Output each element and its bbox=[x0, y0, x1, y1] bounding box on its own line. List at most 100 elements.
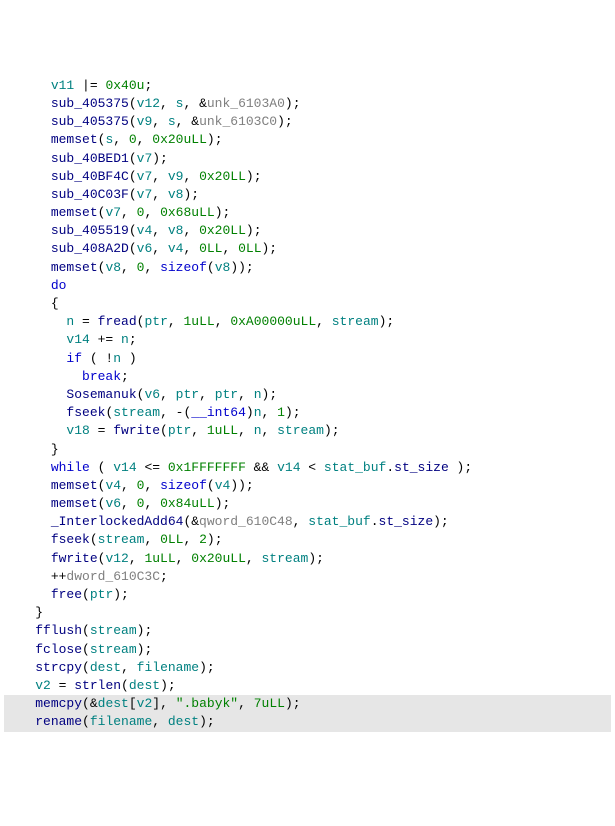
code-line: sub_405375(v12, s, &unk_6103A0); bbox=[4, 95, 611, 113]
token-param: v12 bbox=[137, 96, 160, 111]
token-punct: ( bbox=[129, 241, 137, 256]
token-func: _InterlockedAdd64 bbox=[51, 514, 184, 529]
token-punct: ( bbox=[90, 460, 113, 475]
token-punct: |= bbox=[74, 78, 105, 93]
token-num: 0x40u bbox=[105, 78, 144, 93]
token-punct: , bbox=[121, 260, 137, 275]
code-line: memset(s, 0, 0x20uLL); bbox=[4, 131, 611, 149]
token-func: fclose bbox=[35, 642, 82, 657]
token-func: memset bbox=[51, 132, 98, 147]
token-type: __int64 bbox=[191, 405, 246, 420]
token-kw: sizeof bbox=[160, 478, 207, 493]
code-line: sub_405519(v4, v8, 0x20LL); bbox=[4, 222, 611, 240]
token-param: v4 bbox=[137, 223, 153, 238]
token-param: s bbox=[168, 114, 176, 129]
token-punct: , bbox=[238, 423, 254, 438]
token-param: v14 bbox=[113, 460, 136, 475]
token-punct: ); bbox=[113, 587, 129, 602]
token-param: v14 bbox=[66, 332, 89, 347]
token-punct: (& bbox=[183, 514, 199, 529]
token-punct: , bbox=[222, 241, 238, 256]
token-punct: ); bbox=[183, 187, 199, 202]
token-punct: , bbox=[121, 478, 137, 493]
token-punct: ); bbox=[160, 678, 176, 693]
token-punct: } bbox=[35, 605, 43, 620]
token-func: sub_405375 bbox=[51, 114, 129, 129]
token-punct: ( bbox=[129, 187, 137, 202]
token-param: v2 bbox=[35, 678, 51, 693]
token-num: 0LL bbox=[238, 241, 261, 256]
token-param: dest bbox=[90, 660, 121, 675]
token-punct: ); bbox=[449, 460, 472, 475]
token-punct: ( bbox=[82, 623, 90, 638]
token-punct: ( bbox=[90, 532, 98, 547]
token-punct: ; bbox=[129, 332, 137, 347]
token-punct: ); bbox=[137, 642, 153, 657]
token-punct: ++ bbox=[51, 569, 67, 584]
token-param: v6 bbox=[105, 496, 121, 511]
token-param: stat_buf bbox=[308, 514, 370, 529]
token-kw: sizeof bbox=[160, 260, 207, 275]
token-punct: ; bbox=[121, 369, 129, 384]
token-punct: ( ! bbox=[82, 351, 113, 366]
token-num: 0x20LL bbox=[199, 223, 246, 238]
token-punct: , bbox=[168, 314, 184, 329]
code-line: do bbox=[4, 277, 611, 295]
token-param: v7 bbox=[105, 205, 121, 220]
token-punct: ); bbox=[433, 514, 449, 529]
code-line: fflush(stream); bbox=[4, 622, 611, 640]
token-func: strcpy bbox=[35, 660, 82, 675]
token-punct: ); bbox=[215, 496, 231, 511]
token-punct: += bbox=[90, 332, 121, 347]
code-line: fseek(stream, 0LL, 2); bbox=[4, 531, 611, 549]
code-line: strcpy(dest, filename); bbox=[4, 659, 611, 677]
token-kw: break bbox=[82, 369, 121, 384]
token-func: Sosemanuk bbox=[66, 387, 136, 402]
token-punct: ); bbox=[215, 205, 231, 220]
token-punct: ; bbox=[160, 569, 168, 584]
token-punct: ); bbox=[207, 132, 223, 147]
token-punct: { bbox=[51, 296, 59, 311]
token-punct: ); bbox=[324, 423, 340, 438]
token-func: free bbox=[51, 587, 82, 602]
code-line: sub_40C03F(v7, v8); bbox=[4, 186, 611, 204]
token-func: fwrite bbox=[113, 423, 160, 438]
token-param: v8 bbox=[105, 260, 121, 275]
code-line: v14 += n; bbox=[4, 331, 611, 349]
token-param: stream bbox=[113, 405, 160, 420]
token-punct: , bbox=[129, 551, 145, 566]
code-line: } bbox=[4, 441, 611, 459]
token-punct: ) bbox=[121, 351, 137, 366]
token-field: st_size bbox=[394, 460, 449, 475]
token-punct: , bbox=[183, 169, 199, 184]
token-kw: do bbox=[51, 278, 67, 293]
token-num: 0x20uLL bbox=[191, 551, 246, 566]
code-line: fclose(stream); bbox=[4, 641, 611, 659]
token-punct: = bbox=[51, 678, 74, 693]
token-punct: , bbox=[152, 114, 168, 129]
token-punct: ); bbox=[199, 714, 215, 729]
token-punct: , & bbox=[183, 96, 206, 111]
token-punct: } bbox=[51, 442, 59, 457]
token-punct: ); bbox=[246, 169, 262, 184]
token-num: 0x68uLL bbox=[160, 205, 215, 220]
token-num: 7uLL bbox=[254, 696, 285, 711]
code-line: fseek(stream, -(__int64)n, 1); bbox=[4, 404, 611, 422]
code-line: sub_40BF4C(v7, v9, 0x20LL); bbox=[4, 168, 611, 186]
token-func: sub_40C03F bbox=[51, 187, 129, 202]
token-func: fread bbox=[98, 314, 137, 329]
token-punct: , bbox=[262, 423, 278, 438]
token-punct: ( bbox=[160, 423, 168, 438]
code-line: n = fread(ptr, 1uLL, 0xA00000uLL, stream… bbox=[4, 313, 611, 331]
code-line: Sosemanuk(v6, ptr, ptr, n); bbox=[4, 386, 611, 404]
token-punct: ); bbox=[152, 151, 168, 166]
code-line: memset(v6, 0, 0x84uLL); bbox=[4, 495, 611, 513]
token-func: memset bbox=[51, 478, 98, 493]
token-punct: , bbox=[246, 551, 262, 566]
token-param: stream bbox=[98, 532, 145, 547]
token-punct: , bbox=[293, 514, 309, 529]
token-num: 0LL bbox=[160, 532, 183, 547]
token-kw: if bbox=[66, 351, 82, 366]
token-punct: , bbox=[183, 223, 199, 238]
token-punct: (& bbox=[82, 696, 98, 711]
